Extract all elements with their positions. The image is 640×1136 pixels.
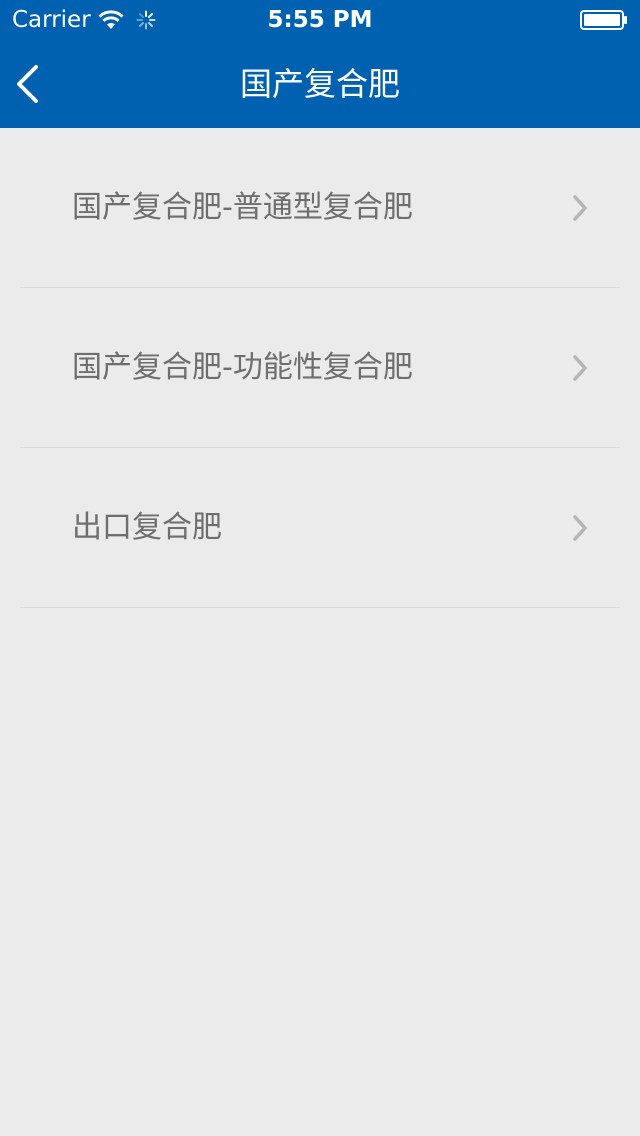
list-divider: [20, 607, 620, 608]
list-item-domestic-functional[interactable]: 国产复合肥-功能性复合肥: [0, 288, 640, 448]
list-item-label: 国产复合肥-普通型复合肥: [72, 190, 413, 225]
header: Carrier 5:55 PM 国产复合肥: [0, 0, 640, 128]
page-title: 国产复合肥: [239, 65, 400, 103]
list-item-label: 出口复合肥: [72, 510, 222, 545]
category-list: 国产复合肥-普通型复合肥 国产复合肥-功能性复合肥 出口复合肥: [0, 128, 640, 608]
back-button[interactable]: [0, 40, 80, 128]
list-item-export[interactable]: 出口复合肥: [0, 448, 640, 608]
status-bar: Carrier 5:55 PM: [0, 0, 640, 40]
chevron-right-icon: [573, 355, 587, 381]
list-item-label: 国产复合肥-功能性复合肥: [72, 350, 413, 385]
status-time: 5:55 PM: [267, 7, 373, 33]
list-item-domestic-standard[interactable]: 国产复合肥-普通型复合肥: [0, 128, 640, 288]
chevron-left-icon: [17, 65, 38, 103]
chevron-right-icon: [573, 195, 587, 221]
battery-icon: [580, 10, 627, 30]
navigation-bar: 国产复合肥: [0, 40, 640, 128]
chevron-right-icon: [573, 515, 587, 541]
